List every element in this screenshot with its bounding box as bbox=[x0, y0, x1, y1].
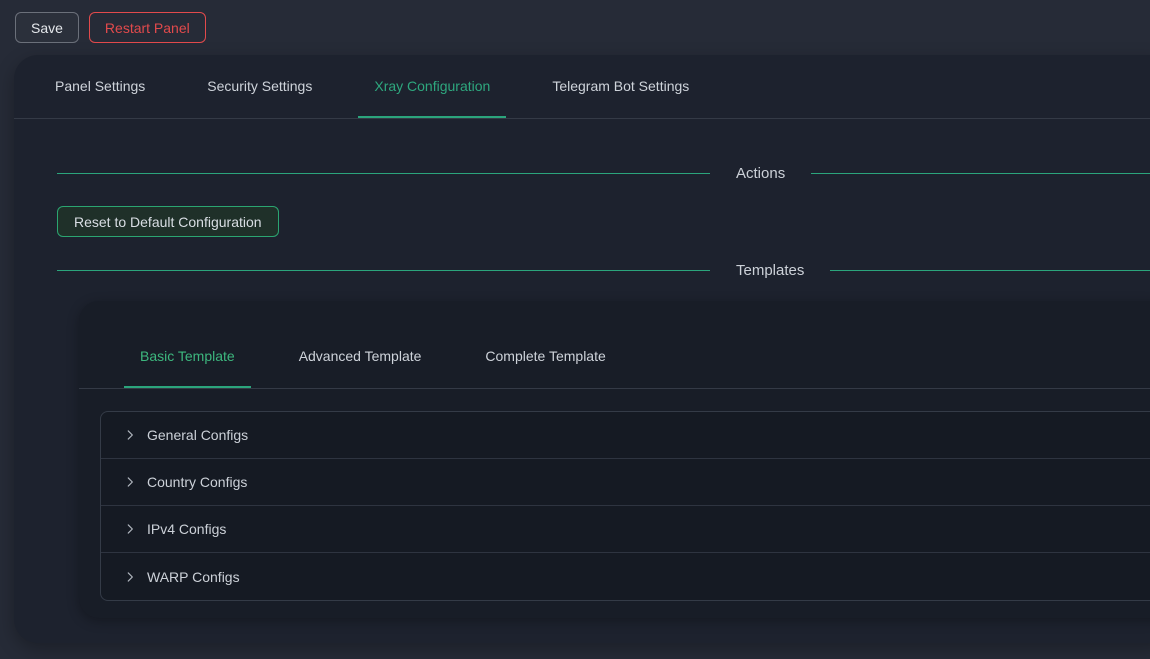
collapse-section-label: General Configs bbox=[147, 427, 248, 443]
tab-telegram-bot-settings[interactable]: Telegram Bot Settings bbox=[536, 55, 705, 118]
divider-line bbox=[830, 270, 1150, 271]
divider-line bbox=[57, 173, 710, 174]
settings-card: Panel Settings Security Settings Xray Co… bbox=[14, 55, 1150, 643]
divider-line bbox=[811, 173, 1150, 174]
chevron-right-icon bbox=[123, 570, 137, 584]
config-collapse-list: General Configs Country Configs IPv4 Con… bbox=[100, 411, 1150, 601]
templates-card: Basic Template Advanced Template Complet… bbox=[79, 301, 1150, 618]
settings-tab-bar: Panel Settings Security Settings Xray Co… bbox=[14, 55, 1150, 119]
chevron-right-icon bbox=[123, 522, 137, 536]
divider-line bbox=[57, 270, 710, 271]
tab-complete-template[interactable]: Complete Template bbox=[469, 325, 621, 388]
tab-advanced-template[interactable]: Advanced Template bbox=[283, 325, 438, 388]
template-tab-bar: Basic Template Advanced Template Complet… bbox=[79, 325, 1150, 389]
save-button[interactable]: Save bbox=[15, 12, 79, 43]
reset-default-configuration-button[interactable]: Reset to Default Configuration bbox=[57, 206, 279, 237]
xray-configuration-panel: Actions Reset to Default Configuration T… bbox=[14, 162, 1150, 618]
tab-xray-configuration[interactable]: Xray Configuration bbox=[358, 55, 506, 118]
actions-divider: Actions bbox=[57, 162, 1150, 184]
collapse-section-label: IPv4 Configs bbox=[147, 521, 226, 537]
collapse-section-general-configs[interactable]: General Configs bbox=[101, 412, 1150, 459]
tab-panel-settings[interactable]: Panel Settings bbox=[39, 55, 161, 118]
templates-divider-label: Templates bbox=[736, 262, 804, 279]
toolbar: Save Restart Panel bbox=[0, 0, 1150, 43]
collapse-section-label: WARP Configs bbox=[147, 569, 240, 585]
collapse-section-warp-configs[interactable]: WARP Configs bbox=[101, 553, 1150, 600]
chevron-right-icon bbox=[123, 428, 137, 442]
collapse-section-country-configs[interactable]: Country Configs bbox=[101, 459, 1150, 506]
tab-security-settings[interactable]: Security Settings bbox=[191, 55, 328, 118]
templates-divider: Templates bbox=[57, 259, 1150, 281]
actions-divider-label: Actions bbox=[736, 165, 785, 182]
tab-basic-template[interactable]: Basic Template bbox=[124, 325, 251, 388]
restart-panel-button[interactable]: Restart Panel bbox=[89, 12, 206, 43]
chevron-right-icon bbox=[123, 475, 137, 489]
collapse-section-ipv4-configs[interactable]: IPv4 Configs bbox=[101, 506, 1150, 553]
collapse-section-label: Country Configs bbox=[147, 474, 247, 490]
